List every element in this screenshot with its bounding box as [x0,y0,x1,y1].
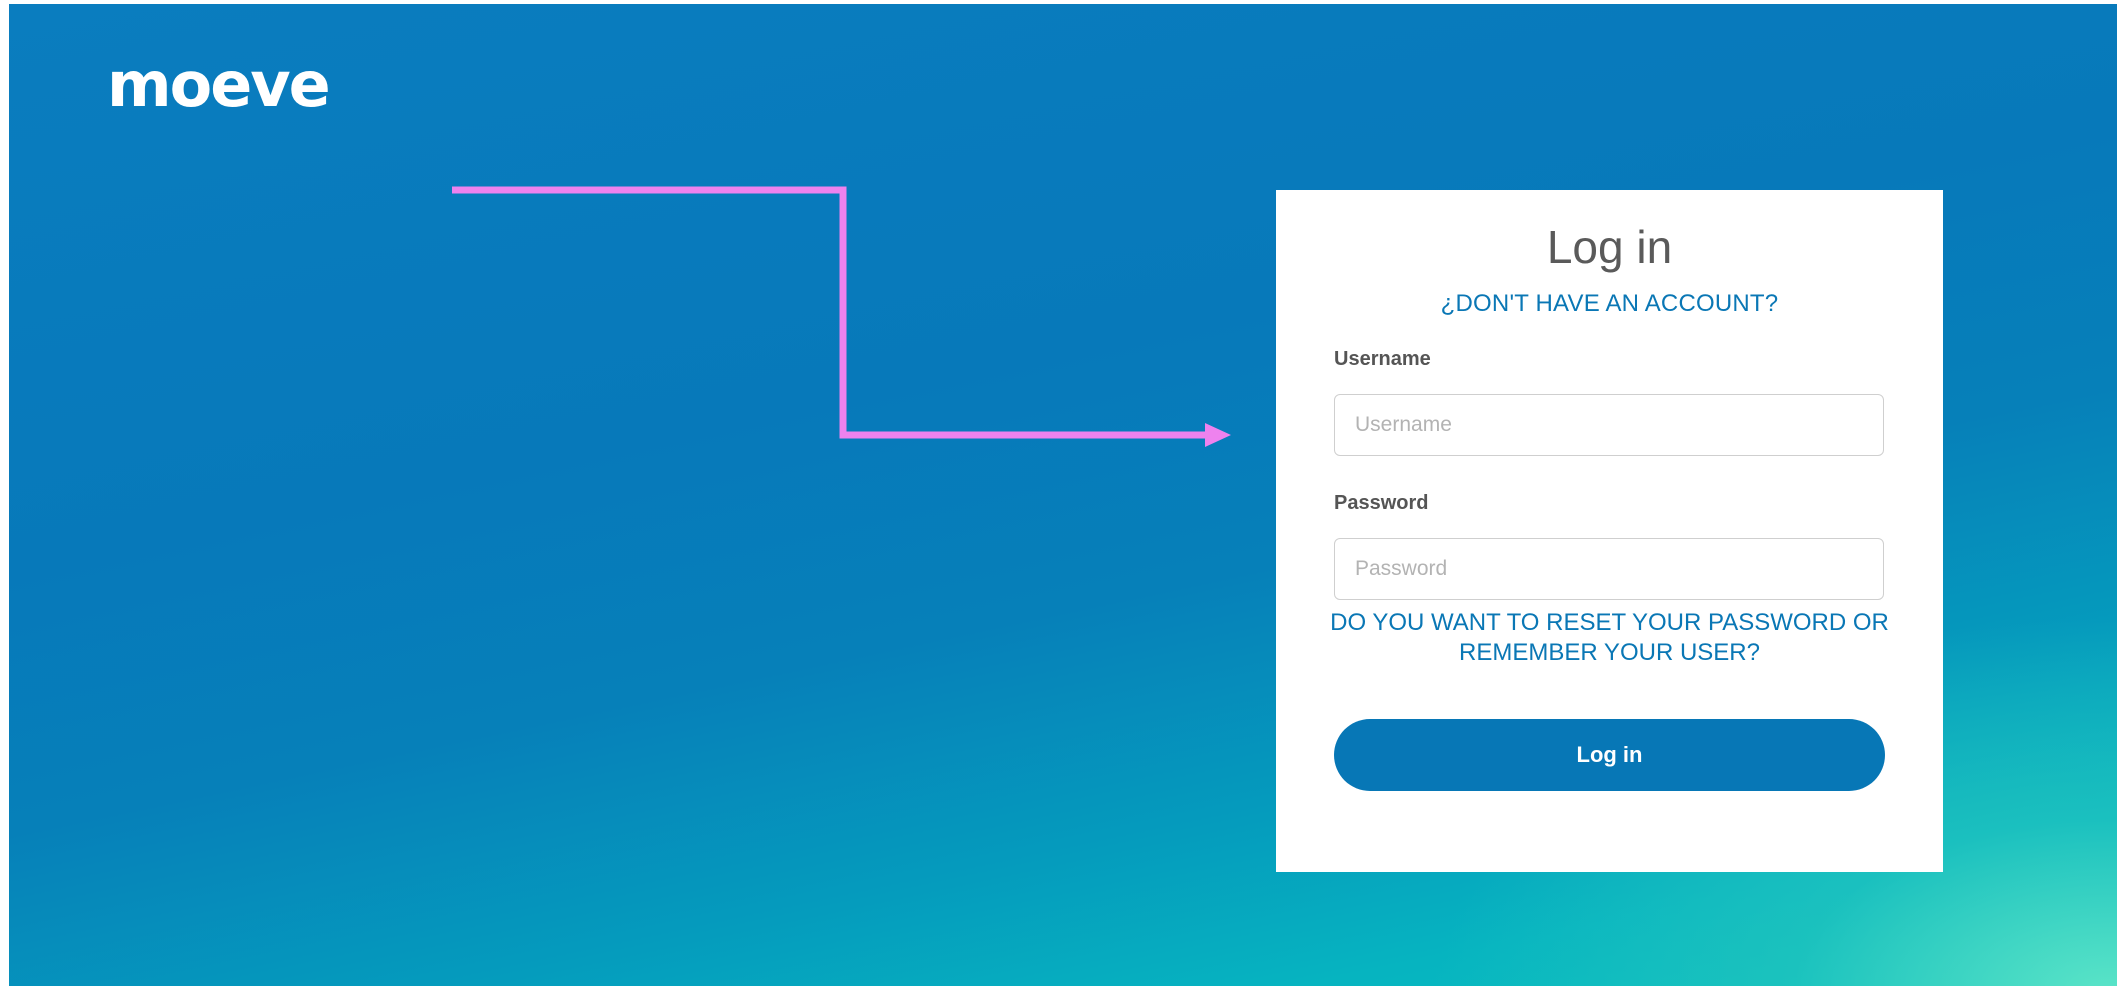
logo-text: moeve [107,54,329,114]
reset-password-link[interactable]: DO YOU WANT TO RESET YOUR PASSWORD OR RE… [1306,608,1913,668]
moeve-logo: moeve [107,54,331,114]
page-title: Log in [1546,221,1673,273]
login-card: Log in ¿DON'T HAVE AN ACCOUNT? Username … [1276,190,1943,872]
password-label: Password [1334,492,1429,514]
page-background: moeve Log in ¿DON'T HAVE AN ACCOUNT? Use… [9,4,2117,986]
signup-link[interactable]: ¿DON'T HAVE AN ACCOUNT? [1276,290,1943,318]
password-input[interactable] [1334,538,1884,600]
username-label: Username [1334,348,1431,370]
login-button[interactable]: Log in [1334,719,1885,791]
username-input[interactable] [1334,394,1884,456]
